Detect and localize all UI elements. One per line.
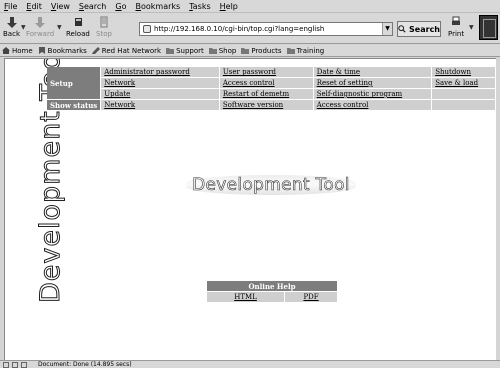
save-load-link[interactable]: Save & load: [435, 79, 478, 87]
page-content: Development Tool Setup Administrator pas…: [4, 58, 496, 360]
table-row: Update Restart of demetm Self-diagnostic…: [47, 89, 495, 99]
folder-icon: [166, 48, 175, 54]
menu-edit[interactable]: Edit: [26, 2, 42, 11]
menu-cell: Network: [101, 100, 219, 110]
network-link[interactable]: Network: [104, 79, 135, 87]
forward-button[interactable]: Forward: [26, 15, 54, 38]
setup-heading: Setup: [47, 67, 101, 99]
reload-icon: [74, 18, 82, 26]
menu-cell: Self-diagnostic program: [313, 89, 432, 99]
menu-cell: Administrator password: [101, 67, 219, 77]
restart-link[interactable]: Restart of demetm: [223, 90, 289, 98]
update-link[interactable]: Update: [104, 90, 130, 98]
navigator-icon[interactable]: [3, 361, 9, 368]
stop-button[interactable]: Stop: [96, 15, 112, 38]
menu-cell: PDF: [285, 292, 337, 302]
navigation-toolbar: Back ▼ Forward ▼ Reload Stop http://192.…: [0, 13, 500, 44]
printer-icon: [452, 16, 461, 25]
online-help-table: Online Help HTML PDF: [206, 280, 338, 303]
throbber-icon: [479, 15, 498, 40]
administrator-password-link[interactable]: Administrator password: [104, 68, 190, 76]
menu-cell: Date & time: [313, 67, 432, 77]
forward-arrow-icon: [35, 17, 46, 28]
menu-cell: Restart of demetm: [219, 89, 313, 99]
menu-cell: Save & load: [432, 78, 495, 88]
shutdown-link[interactable]: Shutdown: [435, 68, 471, 76]
table-row: Setup Administrator password User passwo…: [47, 67, 495, 99]
help-pdf-link[interactable]: PDF: [303, 293, 318, 301]
menu-cell: HTML: [207, 292, 285, 302]
menu-cell: Network: [101, 78, 219, 88]
shop-link[interactable]: Shop: [208, 47, 236, 55]
home-icon: [2, 47, 10, 54]
forward-dropdown-icon[interactable]: ▼: [57, 24, 62, 31]
online-help-heading: Online Help: [207, 281, 337, 291]
search-icon: [398, 25, 406, 33]
bookmarks-link[interactable]: Bookmarks: [38, 47, 87, 55]
menu-cell: Update: [101, 89, 219, 99]
menu-cell: Reset of setting: [313, 78, 432, 88]
settings-menu-table: Setup Administrator password User passwo…: [46, 66, 496, 111]
table-row: HTML PDF: [207, 292, 337, 302]
print-dropdown-icon[interactable]: ▼: [469, 24, 474, 31]
url-dropdown-icon[interactable]: ▼: [382, 23, 392, 35]
access-control-link[interactable]: Access control: [223, 79, 275, 87]
menu-cell: Software version: [219, 100, 313, 110]
sidebar: Development Tool: [5, 59, 67, 360]
user-password-link[interactable]: User password: [223, 68, 276, 76]
print-button[interactable]: Print: [448, 15, 464, 38]
menu-cell: User password: [219, 67, 313, 77]
menu-search[interactable]: Search: [79, 2, 106, 11]
date-time-link[interactable]: Date & time: [317, 68, 360, 76]
menu-help[interactable]: Help: [220, 2, 238, 11]
show-status-heading: Show status: [47, 100, 101, 110]
menu-cell: Shutdown: [432, 67, 495, 77]
support-link[interactable]: Support: [166, 47, 204, 55]
reset-of-setting-link[interactable]: Reset of setting: [317, 79, 373, 87]
bookmarks-icon: [38, 47, 45, 54]
banner-title: Development Tool: [192, 175, 350, 196]
home-link[interactable]: Home: [2, 47, 33, 55]
products-link[interactable]: Products: [241, 47, 282, 55]
reload-button[interactable]: Reload: [66, 15, 90, 38]
menu-tasks[interactable]: Tasks: [189, 2, 210, 11]
empty-cell: [432, 89, 495, 99]
personal-toolbar: Home Bookmarks Red Hat Network Support S…: [0, 45, 500, 57]
folder-icon: [286, 48, 295, 54]
menu-file[interactable]: File: [4, 2, 17, 11]
mail-icon[interactable]: [12, 361, 18, 368]
software-version-link[interactable]: Software version: [223, 101, 283, 109]
training-link[interactable]: Training: [286, 47, 324, 55]
table-row: Online Help: [207, 281, 337, 291]
url-field[interactable]: http://192.168.0.10/cgi-bin/top.cgi?lang…: [139, 22, 393, 36]
search-button[interactable]: Search: [397, 21, 441, 37]
menu-cell: Access control: [313, 100, 432, 110]
menu-cell: Access control: [219, 78, 313, 88]
status-text: Document: Done (14.895 secs): [38, 361, 132, 368]
menu-go[interactable]: Go: [115, 2, 126, 11]
banner: Development Tool: [186, 171, 356, 199]
menu-view[interactable]: View: [51, 2, 70, 11]
menu-bar: File Edit View Search Go Bookmarks Tasks…: [0, 0, 500, 13]
menu-bookmarks[interactable]: Bookmarks: [135, 2, 180, 11]
url-text: http://192.168.0.10/cgi-bin/top.cgi?lang…: [154, 25, 325, 33]
table-row: Network Access control Reset of setting …: [47, 78, 495, 88]
stop-icon: [100, 16, 108, 28]
status-network-link[interactable]: Network: [104, 101, 135, 109]
folder-icon: [241, 48, 250, 54]
table-row: Show status Network Software version Acc…: [47, 100, 495, 110]
status-access-control-link[interactable]: Access control: [317, 101, 369, 109]
back-button[interactable]: Back: [3, 15, 20, 38]
self-diagnostic-link[interactable]: Self-diagnostic program: [317, 90, 402, 98]
pencil-icon: [91, 47, 100, 54]
empty-cell: [432, 100, 495, 110]
red-hat-network-link[interactable]: Red Hat Network: [91, 47, 161, 55]
composer-icon[interactable]: [21, 361, 27, 368]
back-dropdown-icon[interactable]: ▼: [21, 24, 26, 31]
site-icon: [143, 25, 151, 33]
folder-icon: [208, 48, 217, 54]
back-arrow-icon: [6, 17, 17, 28]
help-html-link[interactable]: HTML: [234, 293, 257, 301]
status-bar: Document: Done (14.895 secs): [0, 360, 500, 368]
